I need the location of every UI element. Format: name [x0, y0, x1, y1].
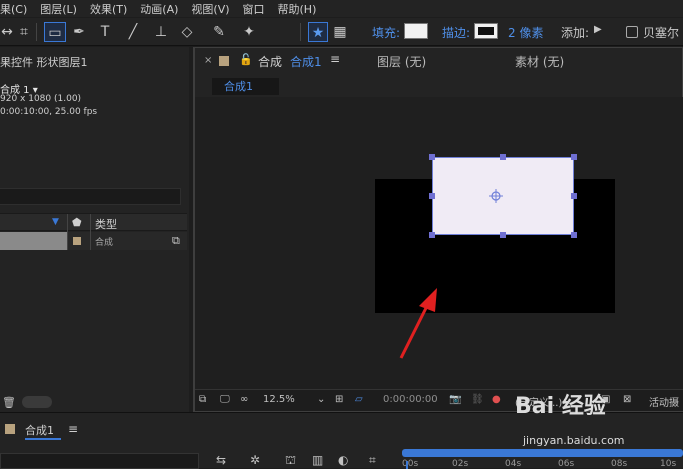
list-item[interactable]: 合成 ⧉ [0, 232, 187, 250]
hide-shy-icon[interactable]: ⛫ [285, 453, 296, 469]
bezier-checkbox[interactable] [626, 26, 638, 38]
label-tag-icon[interactable]: ⬟ [72, 216, 82, 229]
timeline-menu-icon[interactable]: ≡ [68, 422, 78, 436]
fill-label: 填充: [372, 26, 401, 40]
comp-flow-tab[interactable]: 合成1 [212, 78, 279, 95]
menu-item-layer[interactable]: 图层(L) [40, 1, 77, 17]
close-tab-icon[interactable]: × [204, 55, 212, 66]
composition-viewer: × 🔓 合成 合成1 ≡ 图层 (无) 素材 (无) 合成1 ⧉ 🖵 ∞ 12.… [193, 47, 683, 412]
draft-3d-icon[interactable]: ✲ [250, 453, 260, 467]
handle-bottom-mid[interactable] [500, 232, 506, 238]
handle-top-right[interactable] [571, 154, 577, 160]
mask-icon[interactable]: ∞ [240, 394, 248, 405]
pin-tool-icon[interactable]: ✦ [240, 22, 258, 42]
menu-item-composition[interactable]: 果(C) [0, 1, 27, 17]
menu-item-effect[interactable]: 效果(T) [90, 1, 127, 17]
row-type-value: 合成 [95, 238, 114, 248]
timecode-value[interactable]: 0:00:00:00 [383, 394, 438, 405]
stroke-color-swatch[interactable] [474, 23, 498, 39]
menu-item-help[interactable]: 帮助(H) [278, 1, 317, 17]
timeline-comp-color-icon [5, 424, 15, 434]
tab-menu-icon[interactable]: ≡ [330, 52, 340, 66]
red-arrow-annotation [399, 288, 437, 359]
tab-comp-name[interactable]: 合成1 [290, 53, 322, 70]
composition-size: 920 x 1080 (1.00) [0, 94, 82, 104]
comp-color-icon [219, 56, 229, 66]
text-tool-icon[interactable]: T [96, 22, 114, 42]
lock-icon[interactable]: 🔓 [239, 53, 253, 66]
eraser-tool-icon[interactable]: ◇ [178, 22, 196, 42]
stroke-label: 描边: [442, 26, 471, 40]
comp-flowchart-icon[interactable]: ⇆ [216, 453, 226, 467]
tab-footage[interactable]: 素材 (无) [515, 53, 564, 70]
handle-bottom-right[interactable] [571, 232, 577, 238]
tab-comp-label[interactable]: 合成 [258, 53, 282, 70]
star-icon[interactable]: ★ [308, 22, 328, 42]
timeline-search-input[interactable] [0, 453, 199, 469]
frame-blending-icon[interactable]: ▥ [312, 453, 323, 467]
graph-editor-icon[interactable]: ⌗ [369, 453, 376, 468]
active-tab-indicator [25, 438, 61, 440]
label-color-swatch[interactable] [73, 237, 81, 245]
handle-bottom-left[interactable] [429, 232, 435, 238]
chevron-down-icon[interactable]: ⌄ [317, 394, 325, 405]
add-dropdown-icon[interactable]: ▶ [594, 24, 602, 35]
link-icon[interactable]: ⛓ [471, 394, 484, 405]
trash-icon[interactable]: 🗑 [2, 396, 16, 409]
handle-top-left[interactable] [429, 154, 435, 160]
horizontal-scrollbar[interactable] [22, 396, 52, 408]
menu-bar: 果(C) 图层(L) 效果(T) 动画(A) 视图(V) 窗口 帮助(H) [0, 0, 683, 17]
zoom-value[interactable]: 12.5% [263, 394, 295, 405]
tools-toolbar: ↔ ⌗ ▭ ✒ T ╱ ⊥ ◇ ✎ ✦ ★ ▦ 填充: 描边: 2 像素 添加:… [0, 18, 683, 46]
grid-toggle-icon[interactable]: ▦ [332, 22, 348, 42]
viewer-tab-bar: × 🔓 合成 合成1 ≡ 图层 (无) 素材 (无) [195, 48, 682, 72]
watermark-url: jingyan.baidu.com [523, 434, 625, 447]
stamp-tool-icon[interactable]: ⊥ [152, 22, 170, 42]
preview-icon[interactable]: ⧉ [199, 394, 206, 405]
region-icon[interactable]: ⌗ [16, 22, 32, 42]
timeline-tab[interactable]: 合成1 [25, 422, 54, 438]
roto-brush-icon[interactable]: ✎ [210, 22, 228, 42]
monitor-icon[interactable]: 🖵 [220, 394, 230, 405]
anchor-point-icon[interactable] [489, 189, 503, 203]
stroke-width-value[interactable]: 2 像素 [508, 24, 543, 41]
watermark-brand: Bai 经验 [515, 394, 606, 419]
transparency-grid-icon[interactable]: ▱ [355, 394, 363, 405]
menu-item-animation[interactable]: 动画(A) [140, 1, 178, 17]
rectangle-tool-icon[interactable]: ▭ [44, 22, 66, 42]
handle-mid-right[interactable] [571, 193, 577, 199]
rectangle-shape[interactable] [432, 157, 574, 235]
project-search-input[interactable] [0, 188, 181, 205]
fit-icon[interactable]: ⊞ [335, 394, 343, 405]
color-channels-icon[interactable]: ● [492, 394, 501, 405]
panel-title: 果控件 形状图层1 [0, 56, 88, 69]
effect-controls-panel: 果控件 形状图层1 合成 1 ▾ 920 x 1080 (1.00) 0:00:… [0, 47, 189, 412]
flowchart-icon[interactable]: ⧉ [172, 234, 180, 248]
handle-mid-left[interactable] [429, 193, 435, 199]
fill-color-swatch[interactable] [404, 23, 428, 39]
column-type-header[interactable]: 类型 [95, 216, 117, 232]
menu-item-window[interactable]: 窗口 [243, 1, 265, 17]
tab-layer[interactable]: 图层 (无) [377, 53, 426, 70]
add-label: 添加: [561, 26, 590, 40]
motion-blur-icon[interactable]: ◐ [338, 453, 348, 467]
pen-tool-icon[interactable]: ✒ [70, 22, 88, 42]
bezier-label: 贝塞尔 [643, 26, 680, 40]
hand-arrow-icon[interactable]: ↔ [0, 22, 14, 42]
camera-icon[interactable]: 📷 [449, 394, 461, 405]
sort-down-icon[interactable]: ▼ [52, 217, 59, 227]
brush-tool-icon[interactable]: ╱ [124, 22, 142, 42]
menu-item-view[interactable]: 视图(V) [191, 1, 229, 17]
viewer-sub-bar: 合成1 [195, 74, 682, 96]
baidu-watermark: Bai 经验 jingyan.baidu.com [515, 388, 683, 468]
composition-duration: 0:00:10:00, 25.00 fps [0, 107, 98, 117]
selected-item-name[interactable] [0, 232, 67, 250]
handle-top-mid[interactable] [500, 154, 506, 160]
list-header: ▼ ⬟ 类型 [0, 213, 187, 232]
